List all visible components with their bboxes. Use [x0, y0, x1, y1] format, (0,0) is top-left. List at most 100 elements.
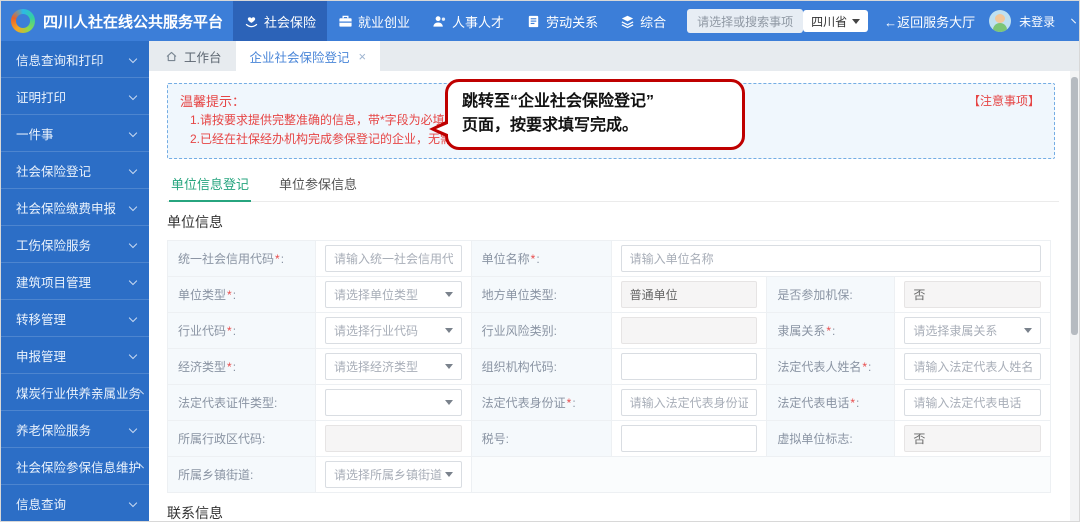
scrollbar-thumb[interactable]: [1071, 77, 1078, 335]
caret-down-icon: [445, 364, 453, 369]
login-status[interactable]: 未登录: [1019, 13, 1055, 30]
field-label-text: 经济类型: [178, 358, 226, 375]
platform-logo-icon: [11, 9, 35, 33]
tab-label: 企业社会保险登记: [250, 47, 350, 66]
tab-label: 工作台: [184, 47, 222, 66]
chevron-down-icon[interactable]: [1071, 19, 1076, 24]
text-input[interactable]: [904, 353, 1041, 380]
field-label: 虚拟单位标志:: [767, 421, 895, 457]
text-input[interactable]: [904, 389, 1041, 416]
field-cell: [612, 385, 768, 421]
region-selector[interactable]: 四川省: [803, 10, 868, 32]
field-label: 行业代码*:: [168, 313, 316, 349]
field-label: 行业风险类别:: [472, 313, 612, 349]
field-cell: [316, 241, 472, 277]
chevron-down-icon: [129, 240, 137, 248]
sidebar-item[interactable]: 转移管理: [1, 300, 149, 337]
form-tab[interactable]: 单位参保信息: [277, 169, 359, 201]
field-label: 法定代表人姓名*:: [767, 349, 895, 385]
form-grid: 统一社会信用代码*:单位名称*:单位类型*:请选择单位类型地方单位类型:普通单位…: [167, 240, 1051, 493]
field-label-text: 隶属关系: [777, 322, 825, 339]
field-cell: 请选择经济类型: [316, 349, 472, 385]
tab[interactable]: 企业社会保险登记 ×: [236, 41, 381, 71]
field-label-text: 是否参加机保: [777, 286, 849, 303]
section-title: 联系信息: [167, 503, 1059, 522]
caret-down-icon: [445, 328, 453, 333]
caret-down-icon: [1024, 328, 1032, 333]
select-field[interactable]: 请选择经济类型: [325, 353, 462, 380]
readonly-field: [325, 425, 462, 452]
sidebar-item[interactable]: 养老保险服务: [1, 411, 149, 448]
sidebar-item[interactable]: 信息查询: [1, 485, 149, 522]
back-to-hall-link[interactable]: ←返回服务大厅: [884, 12, 975, 31]
field-label: 隶属关系*:: [767, 313, 895, 349]
select-placeholder: 请选择经济类型: [334, 358, 418, 375]
sidebar-item-label: 信息查询: [16, 494, 66, 513]
field-cell: [316, 385, 472, 421]
sidebar-item[interactable]: 信息查询和打印: [1, 41, 149, 78]
sidebar-item-label: 煤炭行业供养亲属业务: [16, 383, 141, 402]
sidebar-item-label: 一件事: [16, 124, 54, 143]
form-tabs: 单位信息登记单位参保信息: [167, 169, 1059, 202]
text-input[interactable]: [621, 245, 1041, 272]
select-placeholder: 请选择隶属关系: [913, 322, 997, 339]
required-asterisk: *: [531, 252, 536, 266]
nav-item[interactable]: 人事人才: [421, 1, 515, 41]
select-placeholder: 请选择单位类型: [334, 286, 418, 303]
field-label-text: 统一社会信用代码: [178, 250, 274, 267]
sidebar-item-label: 社会保险缴费申报: [16, 198, 116, 217]
required-asterisk: *: [227, 324, 232, 338]
vertical-scrollbar[interactable]: [1070, 71, 1079, 522]
select-field[interactable]: 请选择所属乡镇街道: [325, 461, 462, 488]
sidebar-item-label: 工伤保险服务: [16, 235, 91, 254]
field-cell: 请选择所属乡镇街道: [316, 457, 472, 493]
readonly-field: 否: [904, 425, 1041, 452]
field-cell: [612, 313, 768, 349]
text-input[interactable]: [621, 353, 758, 380]
select-field[interactable]: [325, 389, 462, 416]
sidebar-item[interactable]: 证明打印: [1, 78, 149, 115]
field-cell: [612, 241, 1051, 277]
field-label-text: 行业风险类别: [482, 322, 554, 339]
sidebar-item[interactable]: 一件事: [1, 115, 149, 152]
text-input[interactable]: [621, 389, 758, 416]
field-cell: 请选择隶属关系: [895, 313, 1051, 349]
field-label: 地方单位类型:: [472, 277, 612, 313]
close-icon[interactable]: ×: [359, 49, 367, 64]
field-cell: [612, 349, 768, 385]
avatar[interactable]: [989, 10, 1011, 32]
field-cell: 否: [895, 421, 1051, 457]
select-field[interactable]: 请选择单位类型: [325, 281, 462, 308]
field-label: 所属行政区代码:: [168, 421, 316, 457]
sidebar-item[interactable]: 社会保险缴费申报: [1, 189, 149, 226]
sidebar-item[interactable]: 申报管理: [1, 337, 149, 374]
select-field[interactable]: 请选择隶属关系: [904, 317, 1041, 344]
briefcase-icon: [338, 14, 353, 29]
field-label: 所属乡镇街道:: [168, 457, 316, 493]
text-input[interactable]: [325, 245, 462, 272]
sidebar-item[interactable]: 社会保险参保信息维护: [1, 448, 149, 485]
nav-item[interactable]: 综合: [609, 1, 677, 41]
sidebar-item[interactable]: 社会保险登记: [1, 152, 149, 189]
home-icon: [165, 50, 178, 63]
nav-item-label: 综合: [640, 12, 666, 31]
sidebar-item[interactable]: 工伤保险服务: [1, 226, 149, 263]
nav-item[interactable]: 社会保险: [233, 1, 327, 41]
select-field[interactable]: 请选择行业代码: [325, 317, 462, 344]
field-label: 税号:: [472, 421, 612, 457]
text-input[interactable]: [621, 425, 758, 452]
form-tab[interactable]: 单位信息登记: [169, 169, 251, 202]
required-asterisk: *: [826, 324, 831, 338]
search-input[interactable]: 请选择或搜索事项: [687, 9, 803, 33]
nav-item[interactable]: 劳动关系: [515, 1, 609, 41]
chevron-down-icon: [129, 55, 137, 63]
page-content: 温馨提示： 1.请按要求提供完整准确的信息，带*字段为必填项目。 2.已经在社保…: [149, 71, 1079, 522]
nav-item[interactable]: 就业创业: [327, 1, 421, 41]
field-cell: 否: [895, 277, 1051, 313]
notice-link[interactable]: 【注意事项】: [968, 92, 1040, 109]
tab[interactable]: 工作台: [151, 41, 236, 71]
field-label-text: 所属乡镇街道: [178, 466, 250, 483]
sidebar-item[interactable]: 煤炭行业供养亲属业务: [1, 374, 149, 411]
readonly-field: 否: [904, 281, 1041, 308]
sidebar-item[interactable]: 建筑项目管理: [1, 263, 149, 300]
